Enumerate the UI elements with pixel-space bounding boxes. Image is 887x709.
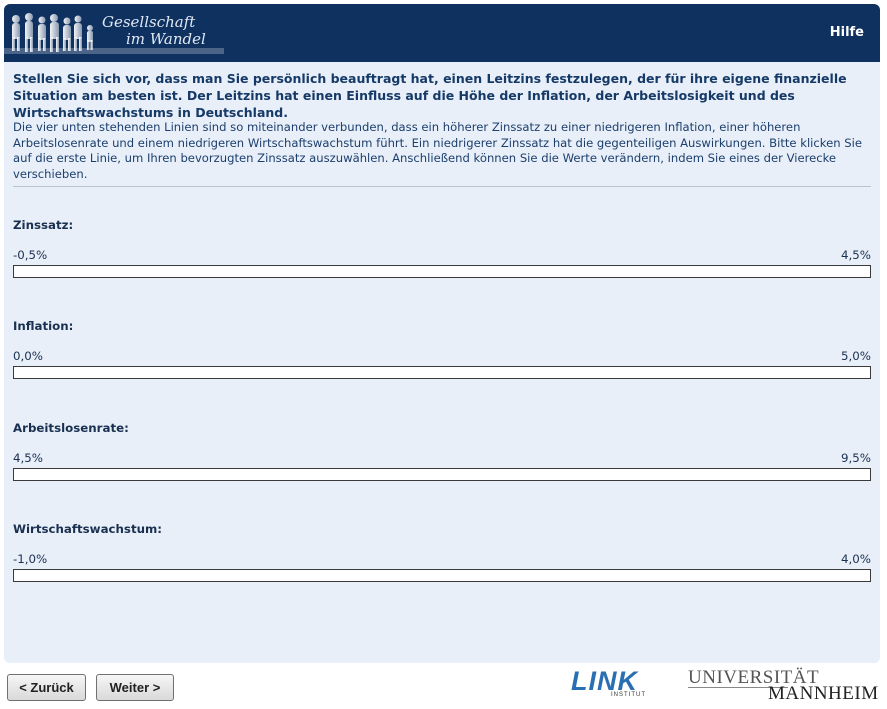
uni-logo-line-2: MANNHEIM bbox=[768, 683, 879, 704]
logo-line-1: Gesellschaft bbox=[102, 13, 196, 31]
question-text: Stellen Sie sich vor, dass man Sie persö… bbox=[13, 71, 847, 120]
slider-max-value: 5,0% bbox=[841, 349, 871, 363]
slider-min-value: 0,0% bbox=[13, 349, 43, 363]
next-button[interactable]: Weiter > bbox=[96, 674, 174, 701]
link-logo-sub: INSTITUT bbox=[611, 692, 646, 698]
link-institut-logo: LINK INSTITUT bbox=[571, 667, 655, 701]
slider-min-value: -1,0% bbox=[13, 552, 48, 566]
slider-economic-growth: Wirtschaftswachstum: -1,0% 4,0% bbox=[13, 522, 871, 602]
back-button[interactable]: < Zurück bbox=[7, 674, 86, 701]
slider-min-value: -0,5% bbox=[13, 248, 48, 262]
slider-max-value: 4,0% bbox=[841, 552, 871, 566]
instruction-text: Die vier unten stehenden Linien sind so … bbox=[13, 120, 862, 181]
slider-label: Arbeitslosenrate: bbox=[13, 421, 129, 435]
unemployment-slider-track[interactable] bbox=[13, 468, 871, 481]
logo-text: Gesellschaft im Wandel bbox=[102, 14, 206, 48]
interest-rate-slider-track[interactable] bbox=[13, 265, 871, 278]
slider-label: Wirtschaftswachstum: bbox=[13, 522, 162, 536]
slider-unemployment: Arbeitslosenrate: 4,5% 9,5% bbox=[13, 421, 871, 501]
slider-inflation: Inflation: 0,0% 5,0% bbox=[13, 319, 871, 399]
divider bbox=[13, 186, 871, 187]
slider-max-value: 9,5% bbox=[841, 451, 871, 465]
inflation-slider-track[interactable] bbox=[13, 366, 871, 379]
link-logo-word: LINK bbox=[571, 666, 638, 696]
universitaet-mannheim-logo: UNIVERSITÄT MANNHEIM bbox=[688, 668, 878, 704]
slider-min-value: 4,5% bbox=[13, 451, 43, 465]
header-bar: Gesellschaft im Wandel Hilfe bbox=[4, 4, 880, 62]
slider-label: Inflation: bbox=[13, 319, 74, 333]
slider-label: Zinssatz: bbox=[13, 218, 74, 232]
economic-growth-slider-track[interactable] bbox=[13, 569, 871, 582]
help-link[interactable]: Hilfe bbox=[830, 25, 864, 40]
question-panel: Stellen Sie sich vor, dass man Sie persö… bbox=[4, 62, 880, 663]
gesellschaft-im-wandel-logo: Gesellschaft im Wandel bbox=[4, 4, 234, 62]
logo-line-2: im Wandel bbox=[126, 30, 206, 48]
slider-interest-rate: Zinssatz: -0,5% 4,5% bbox=[13, 218, 871, 298]
slider-max-value: 4,5% bbox=[841, 248, 871, 262]
